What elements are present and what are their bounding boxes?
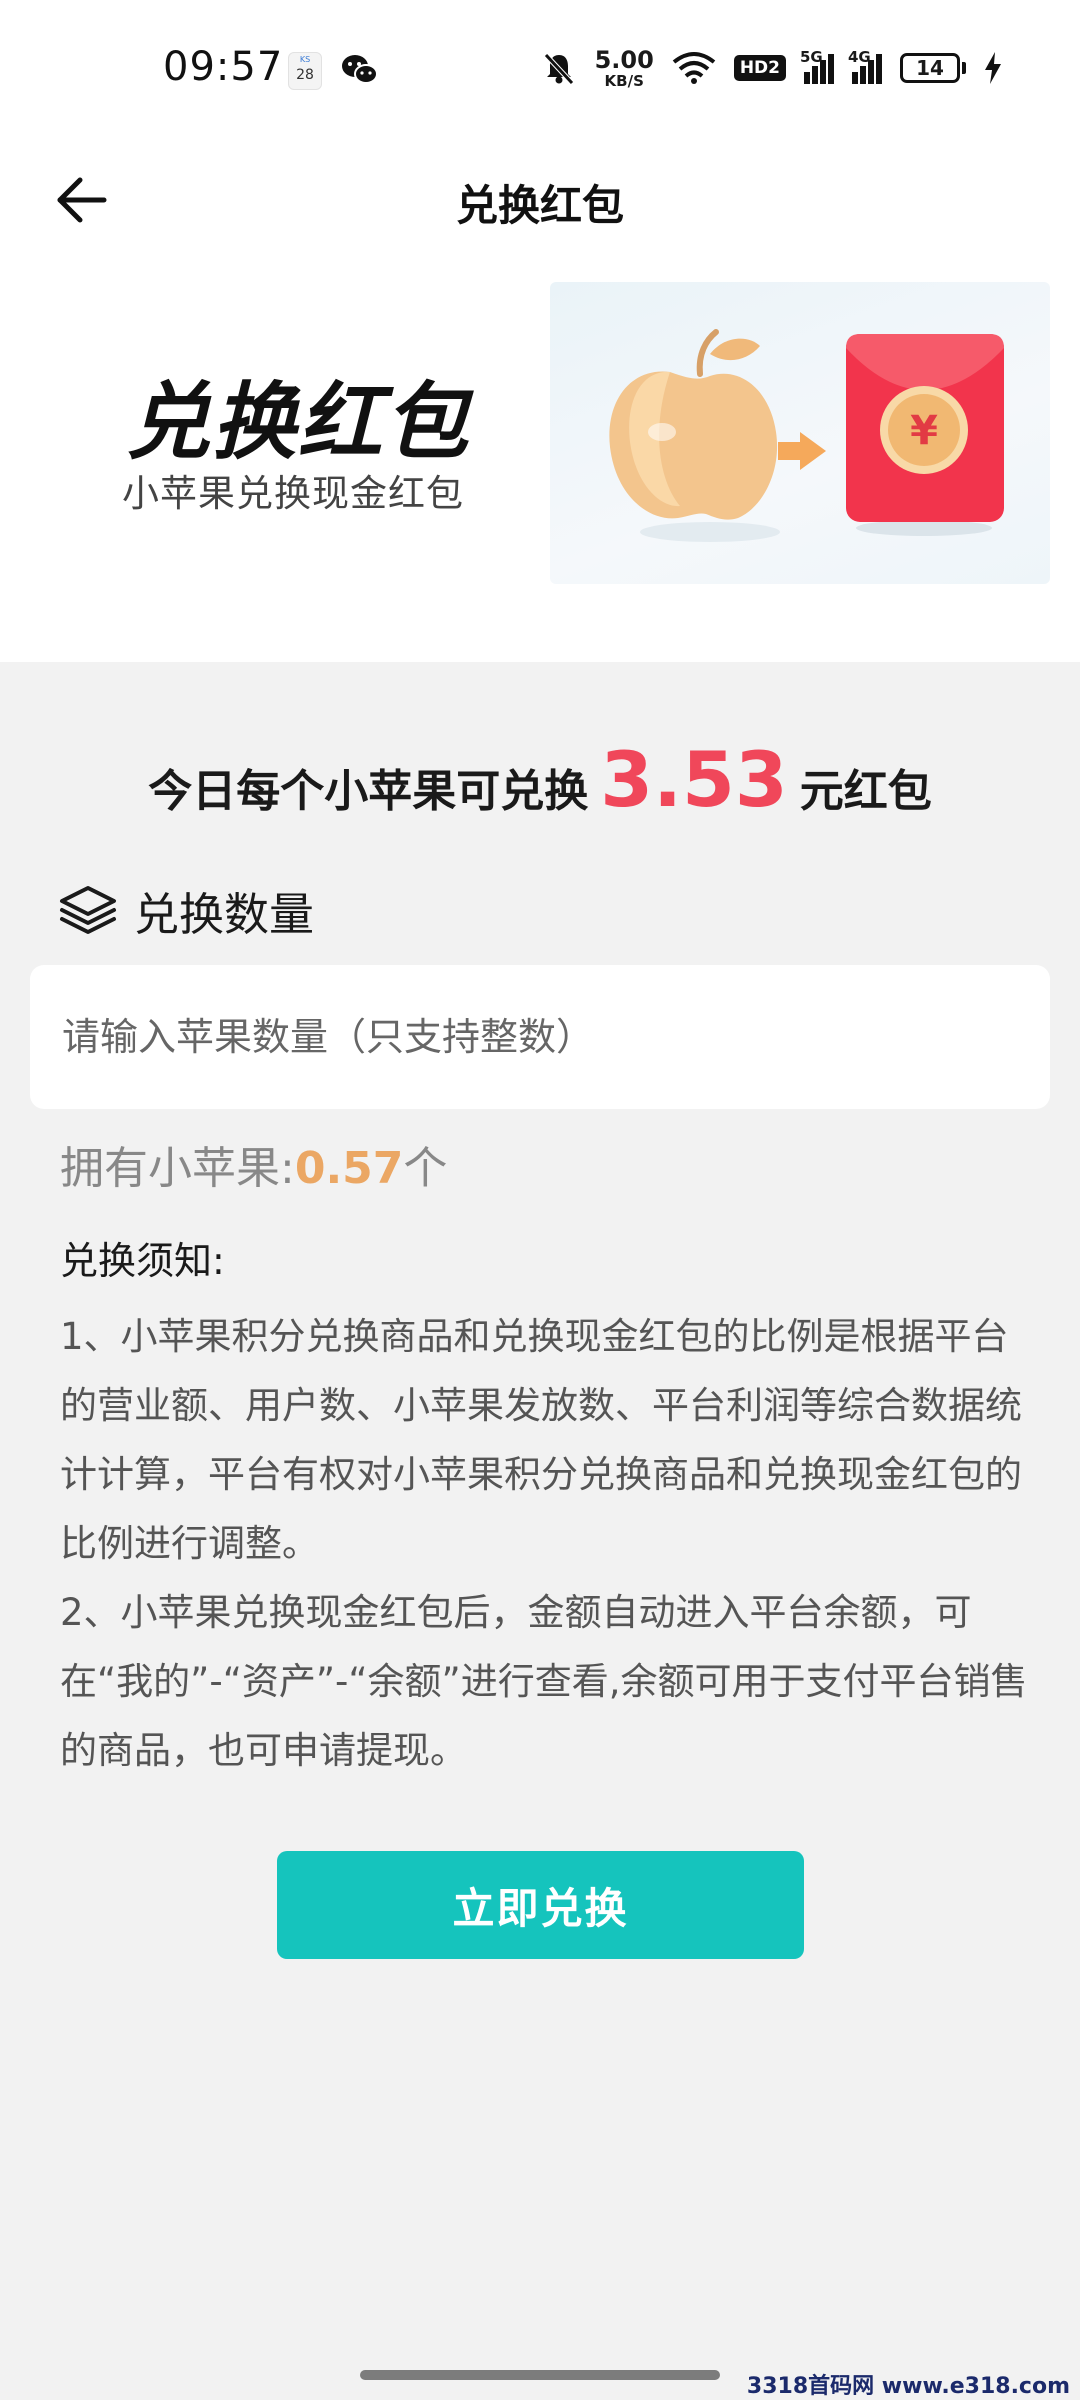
signal-5g: 5G <box>800 48 834 84</box>
rate-value: 3.53 <box>600 735 788 824</box>
calendar-top-label: KS <box>299 55 311 64</box>
network-speed-value: 5.00 <box>594 45 654 74</box>
rate-suffix: 元红包 <box>799 766 932 817</box>
banner-subtitle: 小苹果兑换现金红包 <box>122 472 464 515</box>
apple-quantity-input[interactable] <box>30 965 1050 1109</box>
notice-title: 兑换须知: <box>60 1239 225 1283</box>
status-indicators: 5.00 KB/S HD2 5G 4G 14 <box>541 44 1002 92</box>
layers-icon <box>60 886 116 934</box>
notice-item: 2、小苹果兑换现金红包后，金额自动进入平台余额，可在“我的”-“资产”-“余额”… <box>60 1591 1028 1772</box>
apple-icon <box>609 329 780 542</box>
watermark: 3318首码网 www.e318.com <box>746 2374 1070 2399</box>
calendar-day: 28 <box>296 67 314 83</box>
status-time: 09:57 <box>163 44 284 90</box>
notice-item: 1、小苹果积分兑换商品和兑换现金红包的比例是根据平台的营业额、用户数、小苹果发放… <box>60 1315 1022 1565</box>
status-bar: 09:57 KS 28 5.00 KB/S HD2 5G 4G 14 <box>0 0 1080 140</box>
red-packet-icon: ¥ <box>846 334 1004 536</box>
network-speed: 5.00 KB/S <box>595 48 654 89</box>
quantity-section-title: 兑换数量 <box>134 887 315 941</box>
battery-level: 14 <box>900 53 960 83</box>
rate-prefix: 今日每个小苹果可兑换 <box>148 766 589 817</box>
signal-4g: 4G <box>848 48 882 84</box>
banner-title: 兑换红包 <box>126 373 471 471</box>
owned-label: 拥有小苹果: <box>60 1143 295 1194</box>
wechat-icon <box>342 55 378 84</box>
mute-icon <box>543 53 574 85</box>
battery-indicator: 14 <box>900 53 966 83</box>
exchange-now-button[interactable]: 立即兑换 <box>277 1851 804 1959</box>
exchange-rate: 今日每个小苹果可兑换 3.53 元红包 <box>0 735 1080 824</box>
owned-unit: 个 <box>403 1143 448 1194</box>
hd-voice-badge: HD2 <box>733 55 786 81</box>
page-title: 兑换红包 <box>455 181 624 230</box>
owned-apples: 拥有小苹果:0.57个 <box>60 1132 447 1196</box>
network-speed-unit: KB/S <box>604 71 644 90</box>
wifi-icon <box>672 52 716 84</box>
charging-icon <box>985 52 1001 84</box>
owned-value: 0.57 <box>294 1143 404 1194</box>
signal-4g-tag: 4G <box>848 48 871 66</box>
arrow-right-icon <box>778 432 826 470</box>
signal-5g-tag: 5G <box>800 48 823 66</box>
banner-illustration: ¥ <box>550 282 1050 584</box>
quantity-section-header: 兑换数量 <box>58 880 315 941</box>
notice-body: 1、小苹果积分兑换商品和兑换现金红包的比例是根据平台的营业额、用户数、小苹果发放… <box>60 1302 1030 1785</box>
calendar-notification-icon: KS 28 <box>288 52 322 90</box>
home-indicator[interactable] <box>360 2370 720 2380</box>
red-packet-symbol: ¥ <box>910 408 938 454</box>
